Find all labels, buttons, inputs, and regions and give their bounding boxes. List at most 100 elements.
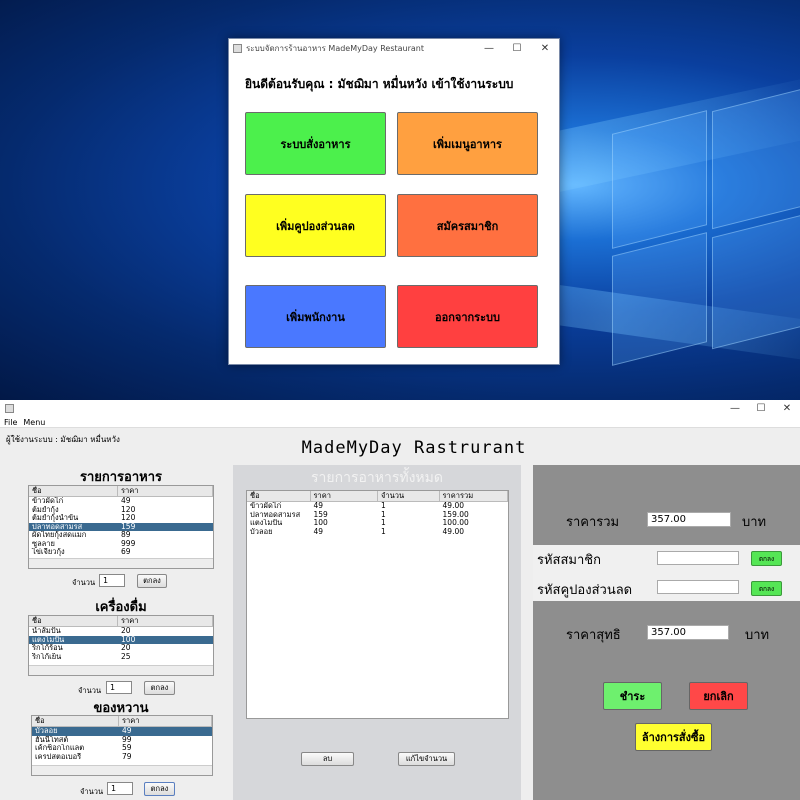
column-header[interactable]: ชื่อ (29, 616, 119, 626)
close-icon[interactable]: ✕ (774, 403, 800, 414)
table-cell: ผัดไทยกุ้งสดแมก (32, 531, 87, 539)
delete-item-button[interactable]: ลบ (301, 752, 354, 766)
food-table[interactable]: ชื่อ ราคา ข้าวผัดไก่ 49 ต้มยำกุ้ง 120 ต้มยำกุ้… (28, 485, 214, 569)
table-cell: 20 (121, 644, 131, 652)
table-cell: ปลาทอดสามรส (32, 522, 83, 531)
add-coupon-button[interactable]: เพิ่มคูปองส่วนลด (245, 194, 386, 257)
table-row[interactable]: น้ำส้มปั่น 20 (29, 627, 213, 636)
table-cell: เค้กช็อกโกแลต (35, 744, 85, 752)
close-icon[interactable]: ✕ (531, 43, 559, 54)
coupon-code-label: รหัสคูปองส่วนลด (537, 583, 633, 598)
table-cell: 100.00 (442, 519, 469, 527)
add-employee-button[interactable]: เพิ่มพนักงาน (245, 285, 386, 348)
table-row[interactable]: ไข่เจียวกุ้ง 69 (29, 548, 213, 557)
menu-window-title: ระบบจัดการร้านอาหาร MadeMyDay Restaurant (246, 43, 425, 53)
table-empty-area (29, 665, 213, 675)
table-cell: 1 (381, 519, 386, 527)
table-cell: บัวลอย (35, 727, 58, 735)
net-baht-label: บาท (745, 628, 770, 643)
table-cell: 1 (381, 527, 386, 536)
desserts-qty-input[interactable]: 1 (107, 782, 133, 795)
table-cell: 99 (122, 735, 132, 744)
table-row[interactable]: ปลาทอดสามรส 159 1 159.00 (247, 511, 508, 520)
order-window-titlebar[interactable]: — ☐ ✕ (0, 400, 800, 417)
table-row[interactable]: แตงโมปั่น 100 (29, 635, 213, 644)
pay-button[interactable]: ชำระ (603, 682, 662, 710)
desserts-table[interactable]: ชื่อ ราคา บัวลอย 49 ฮันนี่โทสต์ 99 เค้กช็อกโกแ… (31, 715, 213, 776)
drinks-table[interactable]: ชื่อ ราคา น้ำส้มปั่น 20 แตงโมปั่น 100 ริกโก้ร้… (28, 615, 214, 676)
table-cell: ริกโก้เย็น (32, 652, 62, 661)
table-header: ชื่อ ราคา (32, 716, 212, 727)
order-list-table[interactable]: ชื่อ ราคา จำนวน ราคารวม ข้าวผัดไก่ 49 1 49.00 ปล… (246, 490, 509, 719)
java-app-icon (5, 404, 14, 413)
table-cell: 49 (121, 497, 131, 505)
table-row[interactable]: ผัดไทยกุ้งสดแมก 89 (29, 531, 213, 540)
food-qty-input[interactable]: 1 (99, 574, 125, 587)
maximize-icon[interactable]: ☐ (748, 403, 774, 414)
desserts-ok-button[interactable]: ตกลง (144, 782, 175, 796)
column-header[interactable]: ชื่อ (29, 486, 119, 496)
table-row[interactable]: ซูลลาย 999 (29, 540, 213, 549)
table-row[interactable]: บัวลอย 49 1 49.00 (247, 528, 508, 537)
net-price-field[interactable]: 357.00 (647, 625, 729, 640)
logout-button[interactable]: ออกจากระบบ (397, 285, 538, 348)
column-header[interactable]: ราคา (311, 491, 378, 501)
table-cell: ฮันนี่โทสต์ (35, 735, 69, 744)
table-cell: 1 (381, 510, 386, 519)
edit-quantity-button[interactable]: แก้ไขจำนวน (398, 752, 455, 766)
register-member-button[interactable]: สมัครสมาชิก (397, 194, 538, 257)
member-code-label: รหัสสมาชิก (537, 553, 601, 568)
member-code-input[interactable] (657, 551, 739, 565)
maximize-icon[interactable]: ☐ (503, 43, 531, 54)
table-row[interactable]: ฮันนี่โทสต์ 99 (32, 736, 212, 745)
order-system-button[interactable]: ระบบสั่งอาหาร (245, 112, 386, 175)
table-cell: 159 (121, 522, 136, 531)
minimize-icon[interactable]: — (475, 43, 503, 54)
table-row[interactable]: ข้าวผัดไก่ 49 1 49.00 (247, 502, 508, 511)
table-row[interactable]: ต้มยำกุ้งน้ำข้น 120 (29, 514, 213, 523)
table-row[interactable]: เค้กช็อกโกแลต 59 (32, 744, 212, 753)
menu-file[interactable]: File (4, 418, 17, 427)
coupon-ok-button[interactable]: ตกลง (751, 581, 782, 596)
column-header[interactable]: ราคา (118, 616, 213, 626)
food-ok-button[interactable]: ตกลง (137, 574, 167, 588)
table-row[interactable]: ต้มยำกุ้ง 120 (29, 506, 213, 515)
column-header[interactable]: ชื่อ (32, 716, 120, 726)
column-header[interactable]: ราคา (119, 716, 212, 726)
table-cell: 159.00 (442, 510, 469, 519)
windows-logo-pane (712, 214, 800, 350)
table-row[interactable]: ริกโก้เย็น 25 (29, 653, 213, 662)
table-row[interactable]: เครปสตอเบอรี่ 79 (32, 753, 212, 762)
add-menu-button[interactable]: เพิ่มเมนูอาหาร (397, 112, 538, 175)
table-row[interactable]: ข้าวผัดไก่ 49 (29, 497, 213, 506)
table-row[interactable]: ริกโก้ร้อน 20 (29, 644, 213, 653)
table-cell: 59 (122, 744, 132, 752)
table-cell: ต้มยำกุ้งน้ำข้น (32, 514, 79, 522)
menu-menu[interactable]: Menu (23, 418, 45, 427)
table-row[interactable]: แตงโมปั่น 100 1 100.00 (247, 519, 508, 528)
table-cell: 25 (121, 652, 131, 661)
menu-window-titlebar[interactable]: ระบบจัดการร้านอาหาร MadeMyDay Restaurant… (229, 39, 559, 57)
food-qty-label: จำนวน (72, 578, 96, 587)
column-header[interactable]: ชื่อ (247, 491, 311, 501)
table-cell: ริกโก้ร้อน (32, 644, 63, 652)
column-header[interactable]: ราคา (118, 486, 213, 496)
table-cell: ต้มยำกุ้ง (32, 505, 59, 514)
column-header[interactable]: ราคารวม (440, 491, 508, 501)
table-cell: 120 (121, 505, 136, 514)
minimize-icon[interactable]: — (722, 403, 748, 414)
table-row[interactable]: บัวลอย 49 (32, 727, 212, 736)
food-section-title: รายการอาหาร (79, 470, 162, 485)
column-header[interactable]: จำนวน (378, 491, 440, 501)
table-header: ชื่อ ราคา จำนวน ราคารวม (247, 491, 508, 502)
member-ok-button[interactable]: ตกลง (751, 551, 782, 566)
java-app-icon (233, 43, 242, 53)
table-row[interactable]: ปลาทอดสามรส 159 (29, 522, 213, 531)
cancel-button[interactable]: ยกเลิก (689, 682, 748, 710)
total-field[interactable]: 357.00 (647, 512, 731, 527)
drinks-qty-input[interactable]: 1 (106, 681, 132, 694)
drinks-ok-button[interactable]: ตกลง (144, 681, 175, 695)
table-cell: 159 (313, 510, 328, 519)
coupon-code-input[interactable] (657, 580, 739, 594)
clear-order-button[interactable]: ล้างการสั่งซื้อ (635, 723, 712, 751)
